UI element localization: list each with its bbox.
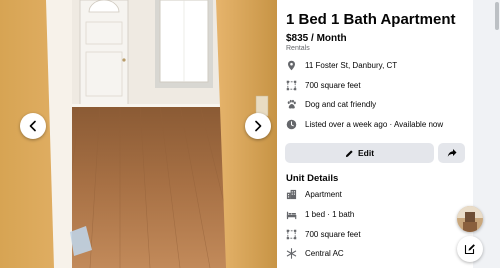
next-photo-button[interactable]	[245, 113, 271, 139]
paw-icon	[286, 99, 297, 110]
chat-avatar-thumbnail	[457, 206, 483, 232]
listing-time-row: Listed over a week ago · Available now	[286, 119, 443, 130]
bed-icon	[286, 209, 297, 220]
chevron-left-icon	[29, 120, 36, 132]
listing-size: 700 square feet	[305, 81, 361, 90]
chevron-right-icon	[255, 120, 262, 132]
listing-pets: Dog and cat friendly	[305, 100, 377, 109]
pencil-icon	[345, 149, 353, 157]
page-scrollbar[interactable]	[495, 2, 499, 30]
listing-title: 1 Bed 1 Bath Apartment	[286, 11, 456, 28]
building-icon	[286, 189, 297, 200]
listing-time: Listed over a week ago · Available now	[305, 120, 444, 129]
listing-address: 11 Foster St, Danbury, CT	[305, 61, 398, 70]
previous-photo-button[interactable]	[20, 113, 46, 139]
edit-button-label: Edit	[357, 148, 375, 158]
clock-icon	[286, 119, 297, 130]
listing-price: $835 / Month	[286, 33, 347, 44]
floor-area-icon	[286, 229, 297, 240]
listing-pets-row: Dog and cat friendly	[286, 99, 376, 110]
unit-details-heading: Unit Details	[286, 173, 339, 184]
snowflake-icon	[286, 248, 297, 259]
share-button[interactable]	[438, 143, 465, 163]
new-message-button[interactable]	[457, 236, 483, 262]
listing-address-row: 11 Foster St, Danbury, CT	[286, 60, 397, 71]
unit-beds-row: 1 bed · 1 bath	[286, 209, 354, 220]
listing-size-row: 700 square feet	[286, 80, 361, 91]
floor-area-icon	[286, 80, 297, 91]
unit-type: Apartment	[305, 190, 342, 199]
compose-icon	[464, 244, 475, 255]
location-pin-icon	[286, 60, 297, 71]
unit-type-row: Apartment	[286, 189, 342, 200]
listing-category[interactable]: Rentals	[286, 45, 310, 52]
share-arrow-icon	[447, 149, 456, 157]
unit-size: 700 square feet	[305, 230, 361, 239]
listing-details-panel: 1 Bed 1 Bath Apartment $835 / Month Rent…	[277, 0, 473, 268]
edit-button[interactable]: Edit	[285, 143, 434, 163]
unit-size-row: 700 square feet	[286, 229, 361, 240]
unit-ac-row: Central AC	[286, 248, 344, 259]
chat-avatar[interactable]	[457, 206, 483, 232]
photo-viewer	[0, 0, 277, 268]
unit-ac: Central AC	[305, 249, 344, 258]
unit-beds: 1 bed · 1 bath	[305, 210, 355, 219]
